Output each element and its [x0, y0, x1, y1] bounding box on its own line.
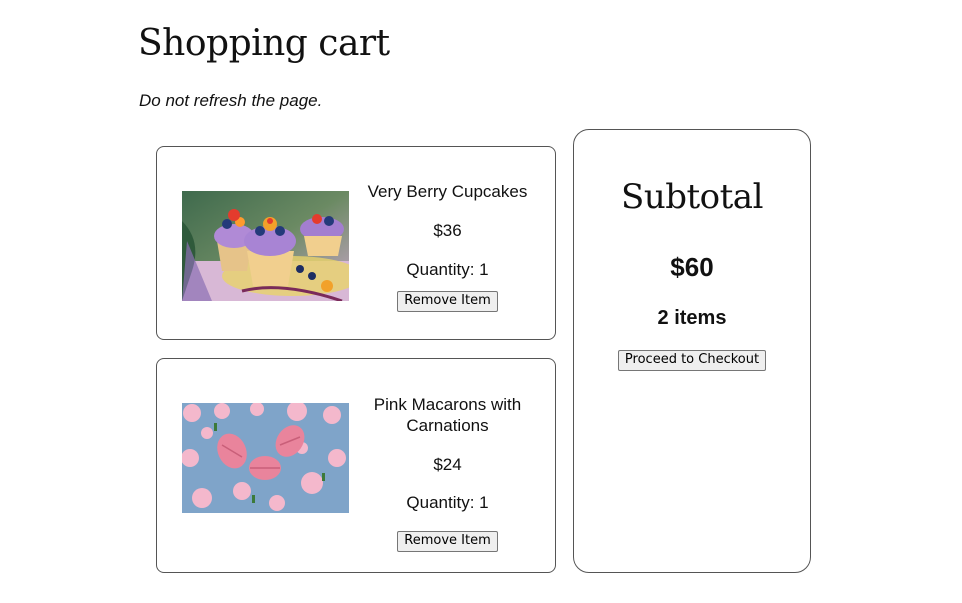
proceed-to-checkout-button[interactable]: Proceed to Checkout — [617, 350, 767, 371]
macarons-image — [182, 403, 349, 513]
subtotal-amount: $60 — [670, 252, 714, 282]
item-name: Very Berry Cupcakes — [367, 182, 528, 201]
subtotal-title: Subtotal — [621, 177, 763, 217]
item-price: $36 — [433, 221, 462, 240]
subtotal-panel: Subtotal $60 2 items Proceed to Checkout — [573, 129, 811, 573]
remove-item-button[interactable]: Remove Item — [397, 291, 498, 312]
cupcakes-image — [182, 191, 349, 301]
refresh-notice: Do not refresh the page. — [139, 91, 323, 110]
item-quantity: Quantity: 1 — [406, 260, 489, 279]
cart-item-card: Very Berry Cupcakes $36 Quantity: 1 Remo… — [156, 146, 556, 340]
cart-item-card: Pink Macarons with Carnations $24 Quanti… — [156, 358, 556, 573]
item-price: $24 — [433, 455, 462, 474]
cart-item-info: Pink Macarons with Carnations $24 Quanti… — [360, 394, 535, 552]
page-title: Shopping cart — [138, 23, 390, 64]
item-count: 2 items — [657, 307, 727, 329]
item-name: Pink Macarons with Carnations — [373, 395, 522, 435]
remove-item-button[interactable]: Remove Item — [397, 531, 498, 552]
item-quantity: Quantity: 1 — [406, 493, 489, 512]
cart-item-info: Very Berry Cupcakes $36 Quantity: 1 Remo… — [360, 181, 535, 312]
